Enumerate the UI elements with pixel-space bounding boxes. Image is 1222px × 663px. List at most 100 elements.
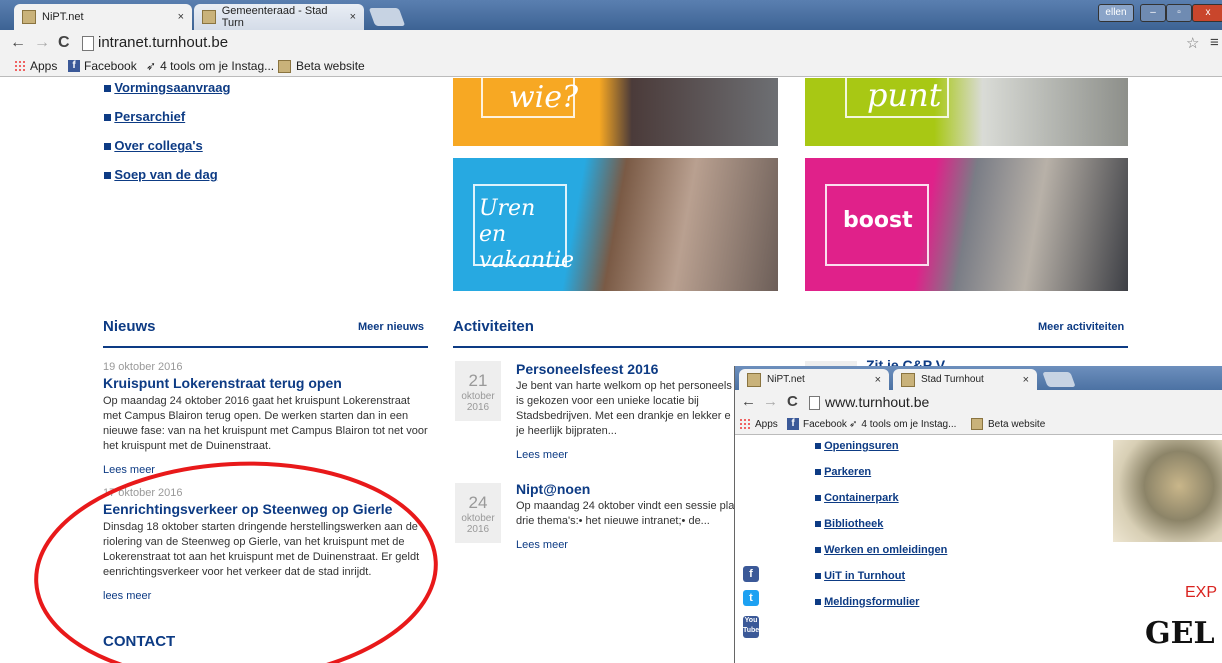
favicon-icon xyxy=(202,10,216,24)
activity-title[interactable]: Personeelsfeest 2016 xyxy=(516,361,736,377)
forward-icon[interactable]: → xyxy=(763,393,778,410)
new-tab-button[interactable] xyxy=(368,8,406,26)
activity-item: Nipt@noen Op maandag 24 oktober vindt ee… xyxy=(516,481,736,551)
activiteiten-heading: Activiteiten xyxy=(453,318,534,335)
activity-text-line: is gekozen voor een unieke locatie bij xyxy=(516,395,699,407)
apps-icon xyxy=(739,418,751,430)
reload-icon[interactable]: C xyxy=(787,393,798,410)
meer-nieuws-link[interactable]: Meer nieuws xyxy=(358,321,424,333)
close-tab-icon[interactable]: × xyxy=(350,11,356,23)
activity-text-line: drie thema's:• het nieuwe intranet;• de.… xyxy=(516,515,710,527)
lees-meer-link[interactable]: Lees meer xyxy=(516,539,736,551)
bookmark-apps[interactable]: Apps xyxy=(739,416,778,432)
sidebar-link-over-collegas[interactable]: Over collega's xyxy=(114,138,202,153)
bookmark-label: Facebook xyxy=(84,59,137,73)
overlay-link-openingsuren[interactable]: Openingsuren xyxy=(824,440,899,452)
bird-icon: ➶ xyxy=(849,418,858,430)
tab-title: NiPT.net xyxy=(42,11,84,23)
close-window-button[interactable]: x xyxy=(1192,4,1222,22)
overlay-link-meldingsformulier[interactable]: Meldingsformulier xyxy=(824,596,919,608)
apps-icon xyxy=(14,60,26,72)
bullet-icon xyxy=(815,599,821,605)
address-bar[interactable]: intranet.turnhout.be xyxy=(98,34,228,51)
facebook-icon: f xyxy=(787,418,799,430)
bookmark-instagram-tools[interactable]: ➶ 4 tools om je Instag... xyxy=(146,58,274,74)
tile-wie[interactable]: wie? xyxy=(453,78,778,146)
bookmark-label: Apps xyxy=(30,59,58,73)
close-tab-icon[interactable]: × xyxy=(178,11,184,23)
tile-boost[interactable]: boost xyxy=(805,158,1128,291)
bookmark-beta-website[interactable]: Beta website xyxy=(971,416,1045,432)
page-icon xyxy=(82,36,94,51)
overlay-link-parkeren[interactable]: Parkeren xyxy=(824,466,871,478)
overlay-link-uit[interactable]: UiT in Turnhout xyxy=(824,570,905,582)
overlay-browser-window: NiPT.net × Stad Turnhout × ← → C www.tur… xyxy=(734,366,1222,663)
minimize-button[interactable]: – xyxy=(1140,4,1166,22)
close-tab-icon[interactable]: × xyxy=(1023,374,1029,386)
lees-meer-link[interactable]: Lees meer xyxy=(516,449,736,461)
maximize-button[interactable]: ▫ xyxy=(1166,4,1192,22)
bookmark-apps[interactable]: Apps xyxy=(14,58,57,74)
overlay-nav-links: Openingsuren Parkeren Containerpark Bibl… xyxy=(815,440,947,622)
activity-month: oktober xyxy=(461,391,495,402)
facebook-icon[interactable]: f xyxy=(743,566,759,582)
bookmark-facebook[interactable]: f Facebook xyxy=(787,416,847,432)
star-icon[interactable]: ☆ xyxy=(1186,34,1199,52)
favicon-icon xyxy=(747,372,761,387)
bookmark-label: Apps xyxy=(755,418,778,430)
sidebar-link-vormingsaanvraag[interactable]: Vormingsaanvraag xyxy=(114,80,230,95)
new-tab-button[interactable] xyxy=(1042,372,1076,387)
meer-activiteiten-link[interactable]: Meer activiteiten xyxy=(1038,321,1124,333)
activity-title[interactable]: Nipt@noen xyxy=(516,481,736,497)
overlay-big-text: GEL xyxy=(1145,616,1215,651)
activity-title-partial[interactable]: Zit je C&P V xyxy=(866,357,945,366)
tile-uren-vakantie[interactable]: Uren en vakantie xyxy=(453,158,778,291)
bullet-icon xyxy=(104,143,111,150)
nieuws-divider xyxy=(103,346,428,348)
bookmark-facebook[interactable]: f Facebook xyxy=(68,58,137,74)
tile-label: Uren en vakantie xyxy=(479,196,575,273)
bookmark-label: Beta website xyxy=(988,418,1046,430)
bullet-icon xyxy=(104,85,111,92)
news-date: 19 oktober 2016 xyxy=(103,361,183,373)
activity-date-box: 21 oktober 2016 xyxy=(455,361,501,421)
sidebar-link-soep[interactable]: Soep van de dag xyxy=(114,167,217,182)
tab-title: Gemeenteraad - Stad Turn xyxy=(221,5,328,29)
bookmark-label: 4 tools om je Instag... xyxy=(861,418,957,430)
tile-label: wie? xyxy=(509,80,579,115)
news-text-line: Op maandag 24 oktober 2016 gaat het krui… xyxy=(103,395,410,407)
overlay-link-werken[interactable]: Werken en omleidingen xyxy=(824,544,947,556)
overlay-red-text: EXP xyxy=(1185,584,1218,601)
close-tab-icon[interactable]: × xyxy=(875,374,881,386)
overlay-link-containerpark[interactable]: Containerpark xyxy=(824,492,899,504)
back-icon[interactable]: ← xyxy=(741,393,756,410)
menu-icon[interactable]: ≡ xyxy=(1210,34,1219,51)
tile-punt[interactable]: punt xyxy=(805,78,1128,146)
activity-text-line: Je bent van harte welkom op het personee… xyxy=(516,380,732,392)
bullet-icon xyxy=(815,495,821,501)
bullet-icon xyxy=(815,547,821,553)
news-text-line: het kruispunt met de Duinenstraat. xyxy=(103,440,272,452)
twitter-icon[interactable]: t xyxy=(743,590,759,606)
forward-icon[interactable]: → xyxy=(34,34,50,52)
tab-gemeenteraad[interactable]: Gemeenteraad - Stad Turn × xyxy=(194,4,364,30)
overlay-tab-nipt[interactable]: NiPT.net × xyxy=(739,369,889,390)
bookmark-instagram-tools[interactable]: ➶ 4 tools om je Instag... xyxy=(849,416,956,432)
back-icon[interactable]: ← xyxy=(10,34,26,52)
activity-text-line: je heerlijk bijpraten... xyxy=(516,425,617,437)
tab-nipt[interactable]: NiPT.net × xyxy=(14,4,192,30)
bullet-icon xyxy=(104,114,111,121)
nieuws-heading: Nieuws xyxy=(103,318,156,335)
bookmark-beta-website[interactable]: Beta website xyxy=(278,58,365,74)
overlay-link-bibliotheek[interactable]: Bibliotheek xyxy=(824,518,883,530)
bullet-icon xyxy=(104,172,111,179)
user-badge[interactable]: ellen xyxy=(1098,4,1134,22)
overlay-tab-stad-turnhout[interactable]: Stad Turnhout × xyxy=(893,369,1037,390)
sidebar-links: Vormingsaanvraag Persarchief Over colleg… xyxy=(104,80,230,182)
youtube-icon[interactable]: You Tube xyxy=(743,616,759,638)
overlay-address-bar[interactable]: www.turnhout.be xyxy=(825,394,929,410)
activity-item: Personeelsfeest 2016 Je bent van harte w… xyxy=(516,361,736,461)
news-title[interactable]: Kruispunt Lokerenstraat terug open xyxy=(103,375,438,391)
reload-icon[interactable]: C xyxy=(58,34,70,52)
sidebar-link-persarchief[interactable]: Persarchief xyxy=(114,109,185,124)
